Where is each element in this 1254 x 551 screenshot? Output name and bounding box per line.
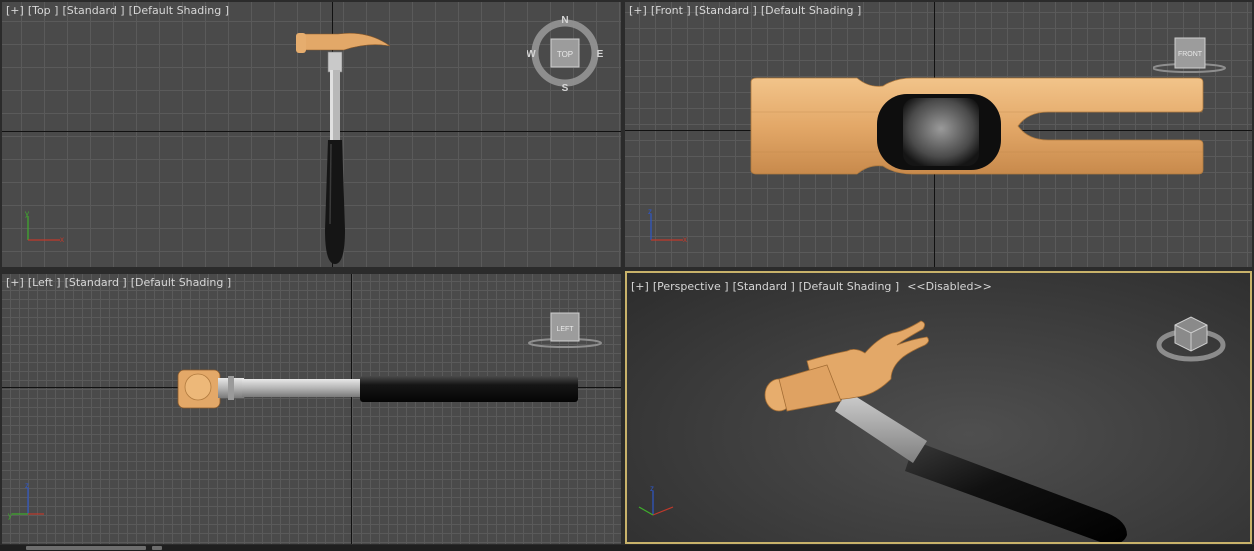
scroll-handle[interactable] [152, 546, 162, 550]
view-type-menu[interactable]: [Perspective ] [653, 280, 729, 293]
axis-z-label: z [650, 485, 654, 493]
axis-x-label: x [60, 235, 64, 244]
viewcube-left-face: LEFT [556, 326, 574, 333]
shading-menu[interactable]: [Default Shading ] [129, 4, 229, 17]
viewcube-icon[interactable]: FRONT [1153, 34, 1243, 78]
view-type-menu[interactable]: [Left ] [28, 276, 61, 289]
compass-viewcube-icon[interactable]: TOP N S E W [527, 14, 603, 94]
render-style-menu[interactable]: [Standard ] [62, 4, 124, 17]
viewcube-front-face: FRONT [1178, 51, 1203, 58]
viewcube-icon[interactable]: LEFT [527, 310, 607, 350]
viewport-label-perspective: [+] [Perspective ] [Standard ] [Default … [631, 280, 992, 293]
shading-menu[interactable]: [Default Shading ] [799, 280, 899, 293]
viewport-label-front: [+] [Front ] [Standard ] [Default Shadin… [629, 4, 861, 17]
viewport-menu-button[interactable]: [+] [6, 4, 24, 17]
axis-z-label: z [25, 481, 29, 490]
axis-tripod-icon: z [638, 485, 674, 516]
viewport-front[interactable]: [+] [Front ] [Standard ] [Default Shadin… [625, 2, 1252, 267]
status-bar [0, 545, 1254, 551]
disabled-indicator[interactable]: <<Disabled>> [907, 280, 992, 293]
render-style-menu[interactable]: [Standard ] [733, 280, 795, 293]
axis-x-label: x [683, 235, 687, 244]
shading-menu[interactable]: [Default Shading ] [131, 276, 231, 289]
viewport-perspective[interactable]: [+] [Perspective ] [Standard ] [Default … [625, 271, 1252, 544]
compass-east: E [597, 49, 603, 60]
compass-south: S [562, 83, 569, 94]
view-type-menu[interactable]: [Top ] [28, 4, 59, 17]
viewport-label-left: [+] [Left ] [Standard ] [Default Shading… [6, 276, 231, 289]
scroll-track[interactable] [26, 546, 146, 550]
axis-tripod-icon: z x [648, 208, 687, 244]
viewport-menu-button[interactable]: [+] [6, 276, 24, 289]
viewcube-icon[interactable] [1155, 303, 1227, 369]
render-style-menu[interactable]: [Standard ] [65, 276, 127, 289]
compass-north: N [561, 15, 568, 26]
compass-west: W [527, 49, 536, 60]
viewport-menu-button[interactable]: [+] [631, 280, 649, 293]
axis-y-label: y [8, 511, 12, 520]
view-type-menu[interactable]: [Front ] [651, 4, 691, 17]
axis-tripod-icon: y x [25, 209, 64, 244]
axis-z-label: z [648, 208, 652, 216]
render-style-menu[interactable]: [Standard ] [695, 4, 757, 17]
viewport-menu-button[interactable]: [+] [629, 4, 647, 17]
axis-y-label: y [25, 209, 29, 218]
shading-menu[interactable]: [Default Shading ] [761, 4, 861, 17]
viewcube-top-face: TOP [557, 50, 573, 59]
viewport-left[interactable]: [+] [Left ] [Standard ] [Default Shading… [2, 274, 621, 544]
axis-tripod-icon: z y [8, 481, 44, 520]
viewport-label-top: [+] [Top ] [Standard ] [Default Shading … [6, 4, 229, 17]
viewport-top[interactable]: [+] [Top ] [Standard ] [Default Shading … [2, 2, 621, 267]
